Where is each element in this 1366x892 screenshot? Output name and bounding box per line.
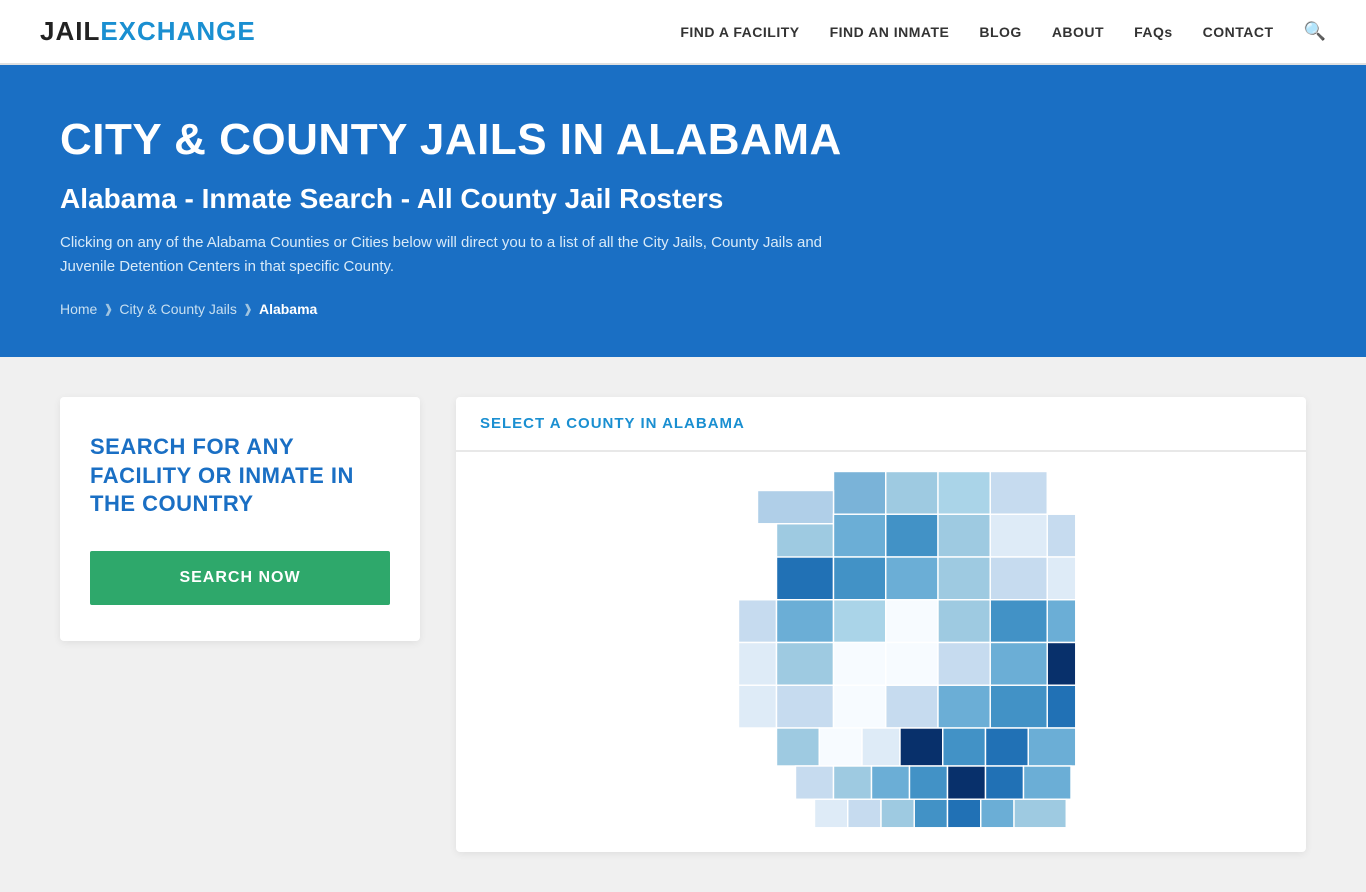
logo-jail: JAIL xyxy=(40,16,100,46)
county-cell[interactable] xyxy=(834,472,886,515)
county-cell[interactable] xyxy=(834,685,886,728)
county-cell[interactable] xyxy=(862,728,900,766)
site-logo[interactable]: JAILEXCHANGE xyxy=(40,16,256,47)
county-cell[interactable] xyxy=(834,643,886,686)
search-box: SEARCH FOR ANY FACILITY OR INMATE IN THE… xyxy=(60,397,420,641)
county-cell[interactable] xyxy=(1047,643,1076,686)
breadcrumb-current: Alabama xyxy=(259,301,317,317)
nav-links: FIND A FACILITY FIND AN INMATE BLOG ABOU… xyxy=(680,21,1326,42)
county-cell[interactable] xyxy=(777,643,834,686)
county-cell[interactable] xyxy=(938,514,990,557)
county-cell[interactable] xyxy=(910,766,948,799)
county-cell[interactable] xyxy=(914,799,947,828)
county-cell[interactable] xyxy=(872,766,910,799)
search-icon[interactable]: 🔍 xyxy=(1304,21,1326,42)
county-cell[interactable] xyxy=(948,766,986,799)
county-cell[interactable] xyxy=(990,557,1047,600)
nav-contact[interactable]: CONTACT xyxy=(1203,24,1274,40)
nav-find-facility[interactable]: FIND A FACILITY xyxy=(680,24,799,40)
county-cell[interactable] xyxy=(739,643,777,686)
county-cell[interactable] xyxy=(1047,685,1076,728)
map-body xyxy=(456,452,1306,852)
county-cell[interactable] xyxy=(777,685,834,728)
county-cell[interactable] xyxy=(834,766,872,799)
county-cell[interactable] xyxy=(938,643,990,686)
county-cell[interactable] xyxy=(1047,514,1076,557)
county-cell[interactable] xyxy=(986,766,1024,799)
county-cell[interactable] xyxy=(886,472,938,515)
main-content: SEARCH FOR ANY FACILITY OR INMATE IN THE… xyxy=(0,357,1366,892)
map-title: SELECT A COUNTY IN ALABAMA xyxy=(480,415,1282,432)
county-cell[interactable] xyxy=(815,799,848,828)
county-cell[interactable] xyxy=(834,600,886,643)
county-cell[interactable] xyxy=(739,685,777,728)
county-cell[interactable] xyxy=(777,728,820,766)
nav-blog[interactable]: BLOG xyxy=(979,24,1021,40)
county-cell[interactable] xyxy=(886,643,938,686)
search-now-button[interactable]: SEARCH NOW xyxy=(90,551,390,605)
county-cell[interactable] xyxy=(739,600,777,643)
county-cell[interactable] xyxy=(1047,557,1076,600)
map-header: SELECT A COUNTY IN ALABAMA xyxy=(456,397,1306,452)
county-cell[interactable] xyxy=(886,600,938,643)
county-cell[interactable] xyxy=(819,728,862,766)
nav-find-inmate[interactable]: FIND AN INMATE xyxy=(830,24,950,40)
breadcrumb-sep-2: ❱ xyxy=(243,302,253,316)
county-cell[interactable] xyxy=(900,728,943,766)
county-cell[interactable] xyxy=(990,472,1047,515)
county-cell[interactable] xyxy=(981,799,1014,828)
county-cell[interactable] xyxy=(1014,799,1066,828)
county-cell[interactable] xyxy=(777,524,834,562)
county-cell[interactable] xyxy=(990,685,1047,728)
county-cell[interactable] xyxy=(848,799,881,828)
breadcrumb-home[interactable]: Home xyxy=(60,301,97,317)
county-cell[interactable] xyxy=(834,514,886,557)
alabama-map-svg[interactable] xyxy=(671,462,1091,842)
map-section: SELECT A COUNTY IN ALABAMA xyxy=(456,397,1306,852)
county-cell[interactable] xyxy=(1024,766,1072,799)
breadcrumb-city-county[interactable]: City & County Jails xyxy=(119,301,236,317)
page-title: CITY & COUNTY JAILS IN ALABAMA xyxy=(60,115,1306,165)
county-cell[interactable] xyxy=(990,600,1047,643)
county-cell[interactable] xyxy=(834,557,886,600)
county-cell[interactable] xyxy=(948,799,981,828)
nav-about[interactable]: ABOUT xyxy=(1052,24,1104,40)
logo-exchange: EXCHANGE xyxy=(100,16,255,46)
breadcrumb-sep-1: ❱ xyxy=(103,302,113,316)
county-cell[interactable] xyxy=(1047,600,1076,643)
county-cell[interactable] xyxy=(938,685,990,728)
county-cell[interactable] xyxy=(777,600,834,643)
county-cell[interactable] xyxy=(938,557,990,600)
county-cell[interactable] xyxy=(943,728,986,766)
county-cell[interactable] xyxy=(1028,728,1076,766)
county-cell[interactable] xyxy=(777,557,834,600)
county-cell[interactable] xyxy=(886,685,938,728)
county-cell[interactable] xyxy=(881,799,914,828)
county-cell[interactable] xyxy=(886,557,938,600)
page-subtitle: Alabama - Inmate Search - All County Jai… xyxy=(60,183,1306,215)
county-cell[interactable] xyxy=(886,514,938,557)
hero-section: CITY & COUNTY JAILS IN ALABAMA Alabama -… xyxy=(0,65,1366,357)
breadcrumb: Home ❱ City & County Jails ❱ Alabama xyxy=(60,301,1306,317)
county-cell[interactable] xyxy=(796,766,834,799)
county-cell[interactable] xyxy=(938,472,990,515)
county-cell[interactable] xyxy=(990,514,1047,557)
search-box-heading: SEARCH FOR ANY FACILITY OR INMATE IN THE… xyxy=(90,433,390,519)
county-cell[interactable] xyxy=(986,728,1029,766)
county-cell[interactable] xyxy=(938,600,990,643)
nav-faqs[interactable]: FAQs xyxy=(1134,24,1173,40)
hero-description: Clicking on any of the Alabama Counties … xyxy=(60,231,860,279)
county-cell[interactable] xyxy=(758,491,834,524)
navbar: JAILEXCHANGE FIND A FACILITY FIND AN INM… xyxy=(0,0,1366,65)
county-cell[interactable] xyxy=(990,643,1047,686)
